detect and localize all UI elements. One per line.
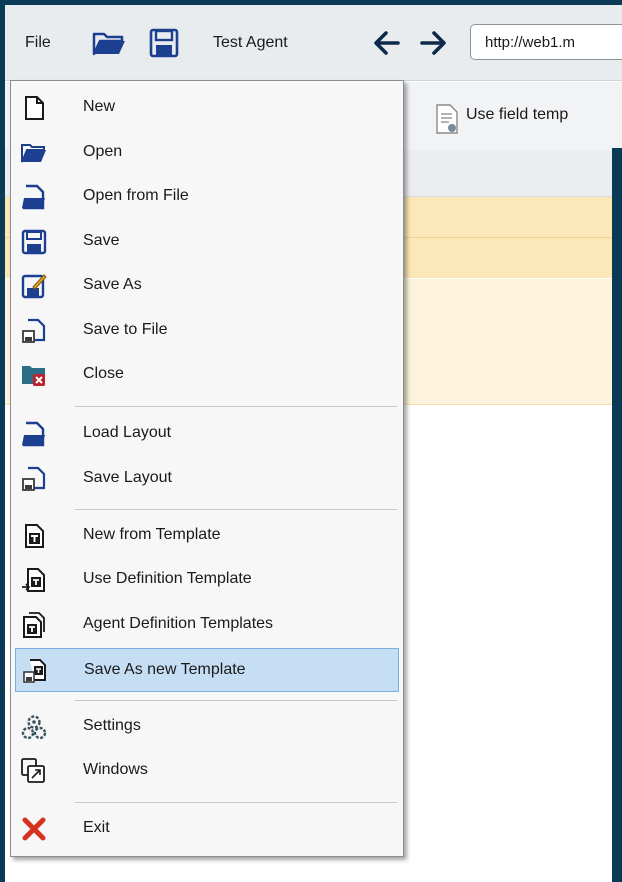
folder-open-icon [21, 144, 46, 163]
templates-icon [23, 612, 45, 638]
menu-item-label: Save to File [83, 321, 168, 338]
menu-item-use-definition-template[interactable]: Use Definition Template [15, 558, 399, 602]
menu-separator [75, 700, 397, 701]
menu-item-label: Use Definition Template [83, 570, 252, 587]
menu-item-label: Save Layout [83, 469, 172, 486]
save-as-icon [21, 274, 47, 299]
open-file-icon [22, 184, 45, 210]
menu-item-label: Save As [83, 276, 142, 293]
file-menu-button[interactable]: File [25, 34, 51, 52]
menu-item-new[interactable]: New [15, 86, 399, 130]
menu-item-agent-definition-templates[interactable]: Agent Definition Templates [15, 603, 399, 647]
arrow-left-icon[interactable] [372, 30, 400, 56]
use-field-template-button[interactable]: Use field temp [466, 106, 568, 124]
menu-item-save-as-new-template[interactable]: Save As new Template [15, 648, 399, 692]
save-file-icon [22, 318, 46, 343]
floppy-icon [21, 229, 47, 255]
menu-item-label: Agent Definition Templates [83, 615, 274, 632]
menu-item-open[interactable]: Open [15, 131, 399, 175]
use-template-icon [22, 568, 45, 592]
menu-item-load-layout[interactable]: Load Layout [15, 412, 399, 456]
field-template-icon[interactable] [435, 104, 459, 134]
menu-item-label: New from Template [83, 526, 221, 543]
menu-item-label: Windows [83, 761, 148, 778]
menu-item-label: Exit [83, 819, 110, 836]
menu-item-settings[interactable]: Settings [15, 705, 399, 749]
url-input[interactable]: http://web1.m [470, 24, 622, 60]
settings-icon [21, 715, 47, 740]
save-template-icon [23, 659, 46, 683]
menu-separator [75, 802, 397, 803]
new-doc-icon [25, 96, 44, 120]
menu-item-save-as[interactable]: Save As [15, 264, 399, 308]
windows-icon [21, 758, 45, 783]
url-text: http://web1.m [485, 34, 576, 51]
menu-item-label: New [83, 98, 116, 115]
menu-item-windows[interactable]: Windows [15, 749, 399, 793]
menu-item-save[interactable]: Save [15, 220, 399, 264]
load-layout-icon [22, 421, 45, 447]
floppy-icon[interactable] [149, 28, 179, 58]
menu-item-save-layout[interactable]: Save Layout [15, 457, 399, 501]
agent-name-label[interactable]: Test Agent [213, 34, 288, 52]
menu-item-close[interactable]: Close [15, 353, 399, 397]
folder-open-icon[interactable] [92, 30, 126, 56]
close-folder-icon [22, 366, 45, 386]
menu-item-label: Load Layout [83, 424, 172, 441]
menu-separator [75, 509, 397, 510]
menu-item-label: Save [83, 232, 120, 249]
menu-item-label: Open from File [83, 187, 189, 204]
exit-icon [22, 817, 46, 841]
template-icon [25, 524, 44, 548]
file-dropdown-menu: New Open Open from File Save Save As Sav… [10, 80, 404, 857]
menu-item-save-to-file[interactable]: Save to File [15, 309, 399, 353]
arrow-right-icon[interactable] [420, 30, 448, 56]
menu-item-open-from-file[interactable]: Open from File [15, 175, 399, 219]
menu-item-new-from-template[interactable]: New from Template [15, 514, 399, 558]
menu-item-label: Close [83, 365, 124, 382]
save-layout-icon [22, 466, 46, 491]
menu-item-exit[interactable]: Exit [15, 807, 399, 851]
window-edge [612, 148, 622, 882]
menu-item-label: Save As new Template [84, 661, 246, 678]
menu-separator [75, 406, 397, 407]
menu-item-label: Settings [83, 717, 141, 734]
menu-item-label: Open [83, 143, 123, 160]
